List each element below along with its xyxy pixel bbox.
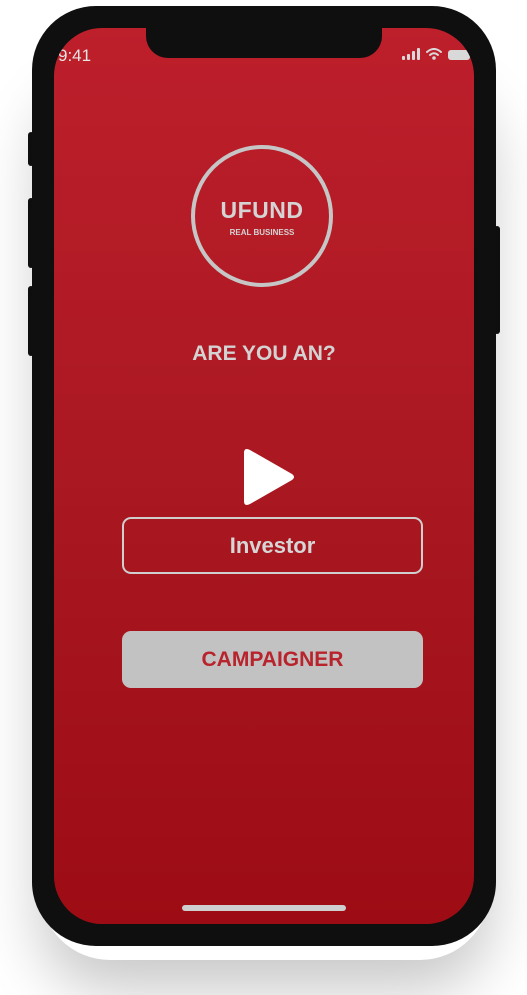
status-icons <box>402 48 470 60</box>
home-indicator <box>182 905 346 911</box>
wifi-icon <box>426 48 442 60</box>
status-time: 9:41 <box>58 46 92 65</box>
phone-frame: 9:41 UFUND REAL BUSINESS ARE YOU AN? Inv… <box>32 6 496 946</box>
play-icon[interactable] <box>242 446 298 508</box>
role-question: ARE YOU AN? <box>192 342 336 365</box>
notch <box>146 28 382 58</box>
investor-button[interactable]: Investor <box>122 517 423 574</box>
logo-subtitle: REAL BUSINESS <box>229 228 295 237</box>
ufund-logo: UFUND REAL BUSINESS <box>191 145 333 287</box>
campaigner-button[interactable]: CAMPAIGNER <box>122 631 423 688</box>
battery-icon <box>448 50 470 60</box>
logo-title: UFUND <box>220 197 304 223</box>
signal-icon <box>402 48 420 60</box>
app-screen: 9:41 UFUND REAL BUSINESS ARE YOU AN? Inv… <box>54 28 474 924</box>
